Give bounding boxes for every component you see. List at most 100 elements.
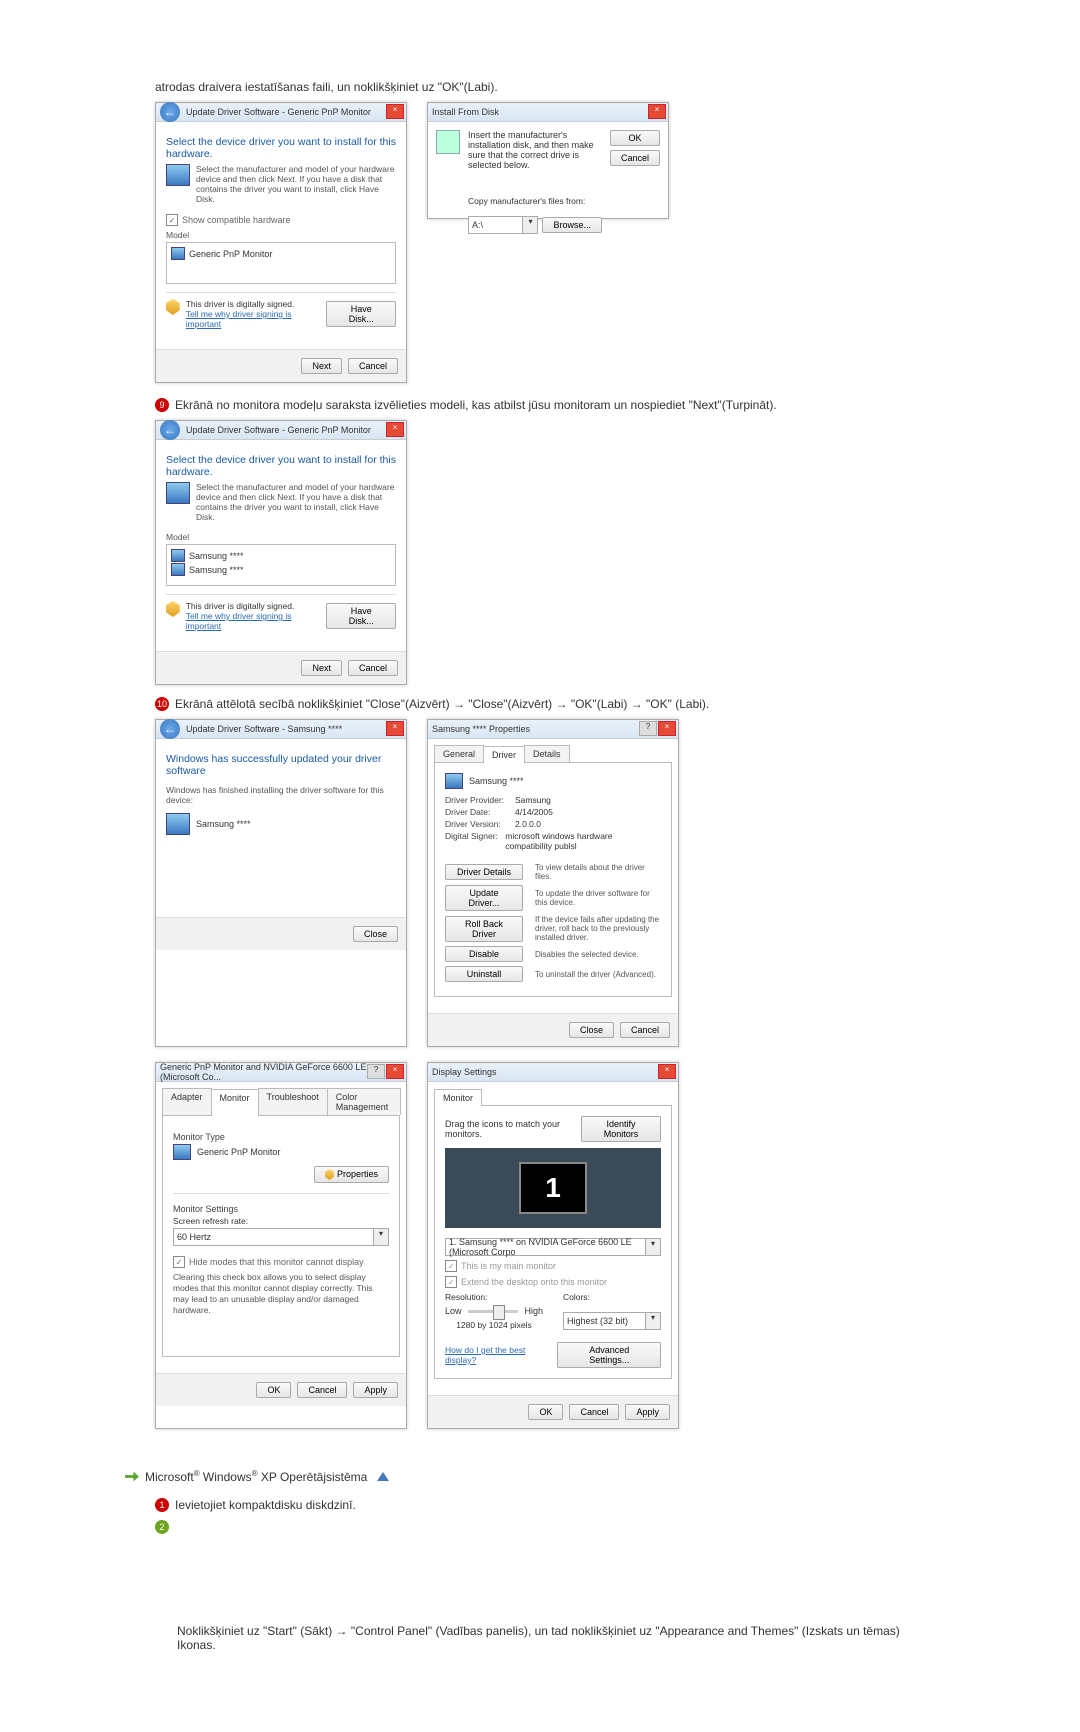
monitor-settings-label: Monitor Settings <box>173 1204 389 1214</box>
cancel-button[interactable]: Cancel <box>348 660 398 676</box>
uninstall-button[interactable]: Uninstall <box>445 966 523 982</box>
rollback-button[interactable]: Roll Back Driver <box>445 916 523 942</box>
tab-monitor[interactable]: Monitor <box>211 1089 259 1116</box>
ok-button[interactable]: OK <box>256 1382 291 1398</box>
update-driver-dialog-2: ← Update Driver Software - Generic PnP M… <box>155 420 407 685</box>
dialog-title: Install From Disk <box>432 107 499 117</box>
model-name: Samsung **** <box>196 819 251 829</box>
slider-handle[interactable] <box>493 1305 505 1320</box>
why-signing-link[interactable]: Tell me why driver signing is important <box>186 611 327 631</box>
shield-icon <box>166 299 180 315</box>
hide-modes-label: Hide modes that this monitor cannot disp… <box>189 1257 364 1267</box>
resolution-slider[interactable] <box>468 1310 519 1313</box>
monitor-thumb[interactable]: 1 <box>519 1162 587 1214</box>
advanced-button[interactable]: Advanced Settings... <box>557 1342 661 1368</box>
tab-adapter[interactable]: Adapter <box>162 1088 212 1115</box>
chevron-down-icon[interactable]: ▾ <box>646 1312 661 1330</box>
close-icon[interactable]: × <box>386 104 404 119</box>
back-icon[interactable]: ← <box>160 102 180 122</box>
close-icon[interactable]: × <box>658 1064 676 1079</box>
why-signing-link[interactable]: Tell me why driver signing is important <box>186 309 327 329</box>
driver-details-button[interactable]: Driver Details <box>445 864 523 880</box>
resolution-value: 1280 by 1024 pixels <box>445 1320 543 1330</box>
label: Properties <box>337 1169 378 1179</box>
signed-text: This driver is digitally signed. <box>186 299 327 309</box>
close-icon[interactable]: × <box>386 721 404 736</box>
monitor-type-label: Monitor Type <box>173 1132 389 1142</box>
back-icon[interactable]: ← <box>160 719 180 739</box>
collapse-icon[interactable] <box>377 1472 389 1481</box>
tab-troubleshoot[interactable]: Troubleshoot <box>258 1088 328 1115</box>
dialog-title: Update Driver Software - Generic PnP Mon… <box>186 107 371 117</box>
refresh-select[interactable]: 60 Hertz <box>173 1228 374 1246</box>
high-label: High <box>524 1306 543 1316</box>
cancel-button[interactable]: Cancel <box>297 1382 347 1398</box>
resolution-label: Resolution: <box>445 1292 543 1302</box>
tab-monitor[interactable]: Monitor <box>434 1089 482 1106</box>
properties-button[interactable]: Properties <box>314 1166 389 1183</box>
step-9-text: Ekrānā no monitora modeļu saraksta izvēl… <box>175 398 925 412</box>
close-icon[interactable]: × <box>658 721 676 736</box>
tab-driver[interactable]: Driver <box>483 746 525 763</box>
colors-label: Colors: <box>563 1292 661 1302</box>
step-xp1-text: Ievietojiet kompaktdisku diskdzinī. <box>175 1498 925 1512</box>
browse-button[interactable]: Browse... <box>542 217 602 233</box>
next-button[interactable]: Next <box>301 660 342 676</box>
have-disk-button[interactable]: Have Disk... <box>326 603 396 629</box>
desc: Disables the selected device. <box>535 950 661 959</box>
close-icon[interactable]: × <box>648 104 666 119</box>
have-disk-button[interactable]: Have Disk... <box>326 301 396 327</box>
apply-button[interactable]: Apply <box>625 1404 670 1420</box>
version-val: 2.0.0.0 <box>515 819 541 829</box>
back-icon[interactable]: ← <box>160 420 180 440</box>
cancel-button[interactable]: Cancel <box>569 1404 619 1420</box>
tab-general[interactable]: General <box>434 745 484 762</box>
help-icon[interactable]: ? <box>367 1064 385 1079</box>
update-driver-button[interactable]: Update Driver... <box>445 885 523 911</box>
chevron-down-icon[interactable]: ▾ <box>523 216 538 234</box>
best-display-link[interactable]: How do I get the best display? <box>445 1345 557 1365</box>
monitor-icon <box>166 482 190 504</box>
list-item-label: Generic PnP Monitor <box>189 249 272 259</box>
desc: To view details about the driver files. <box>535 863 661 881</box>
show-compatible-checkbox[interactable]: ✓ <box>166 214 178 226</box>
close-icon[interactable]: × <box>386 422 404 437</box>
dialog-title: Update Driver Software - Samsung **** <box>186 724 342 734</box>
close-button[interactable]: Close <box>569 1022 614 1038</box>
model-list[interactable]: Generic PnP Monitor <box>166 242 396 284</box>
hide-modes-checkbox[interactable]: ✓ <box>173 1256 185 1268</box>
monitor-icon <box>171 549 185 562</box>
tab-details[interactable]: Details <box>524 745 570 762</box>
cancel-button[interactable]: Cancel <box>610 150 660 166</box>
extend-checkbox: ✓ <box>445 1276 457 1288</box>
colors-select[interactable]: Highest (32 bit) <box>563 1312 646 1330</box>
arrow-right-icon <box>125 1470 139 1484</box>
identify-button[interactable]: Identify Monitors <box>581 1116 661 1142</box>
desc: If the device fails after updating the d… <box>535 915 661 942</box>
display-select[interactable]: 1. Samsung **** on NVIDIA GeForce 6600 L… <box>445 1238 646 1256</box>
model-list[interactable]: Samsung **** Samsung **** <box>166 544 396 586</box>
bottom-instruction: Noklikšķiniet uz "Start" (Sākt) → "Contr… <box>177 1624 925 1652</box>
chevron-down-icon[interactable]: ▾ <box>646 1238 661 1256</box>
monitor-icon <box>173 1144 191 1160</box>
ok-button[interactable]: OK <box>610 130 660 146</box>
close-icon[interactable]: × <box>386 1064 404 1079</box>
disable-button[interactable]: Disable <box>445 946 523 962</box>
list-item-label: Samsung **** <box>189 551 244 561</box>
version-key: Driver Version: <box>445 819 515 829</box>
date-key: Driver Date: <box>445 807 515 817</box>
tab-color-mgmt[interactable]: Color Management <box>327 1088 401 1115</box>
monitor-arrangement[interactable]: 1 <box>445 1148 661 1228</box>
help-icon[interactable]: ? <box>639 721 657 736</box>
cancel-button[interactable]: Cancel <box>348 358 398 374</box>
close-button[interactable]: Close <box>353 926 398 942</box>
cancel-button[interactable]: Cancel <box>620 1022 670 1038</box>
apply-button[interactable]: Apply <box>353 1382 398 1398</box>
chevron-down-icon[interactable]: ▾ <box>374 1228 389 1246</box>
list-item-label: Samsung **** <box>189 565 244 575</box>
ok-button[interactable]: OK <box>528 1404 563 1420</box>
hint-text: Select the manufacturer and model of you… <box>196 482 396 522</box>
path-input[interactable]: A:\ <box>468 216 523 234</box>
show-compatible-label: Show compatible hardware <box>182 215 291 225</box>
next-button[interactable]: Next <box>301 358 342 374</box>
